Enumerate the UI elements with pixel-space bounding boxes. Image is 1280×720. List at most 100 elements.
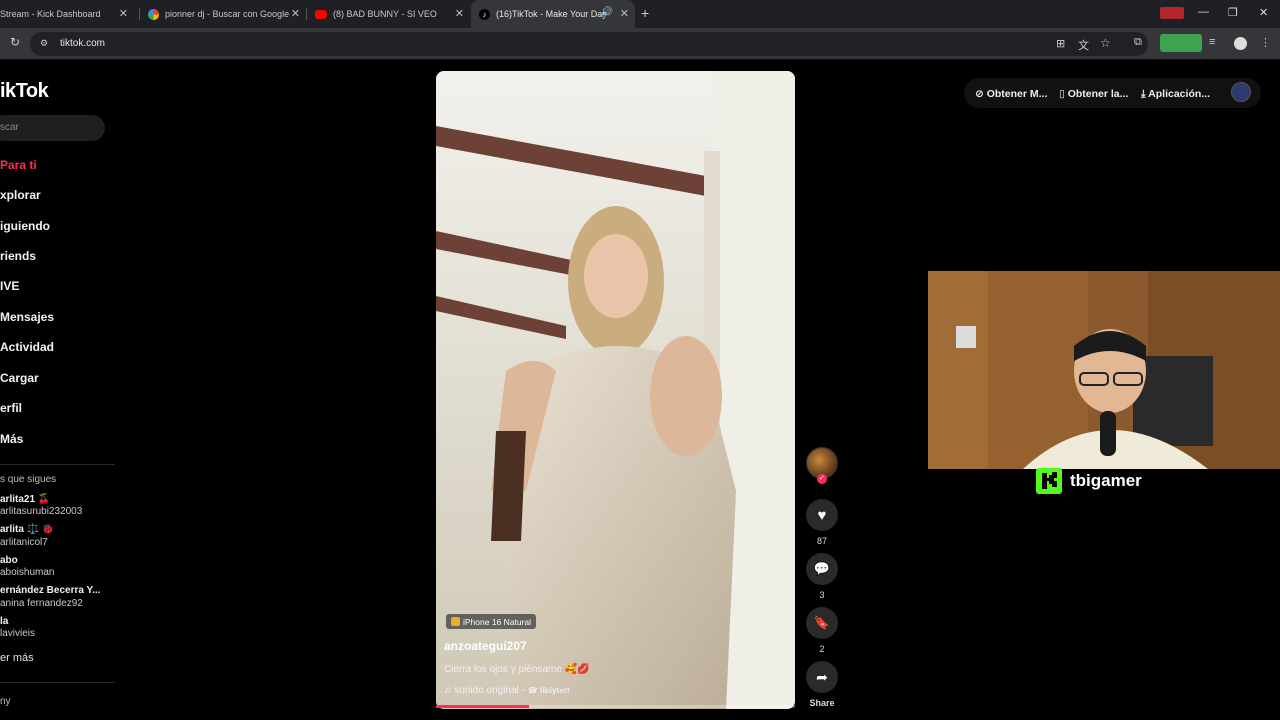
menu-kebab-icon[interactable]: ⋮	[1260, 36, 1271, 49]
sidebar-divider	[0, 682, 115, 683]
tab-youtube[interactable]: (8) BAD BUNNY - SI VEO A TU M ✕	[307, 0, 470, 28]
account-name: ernández Becerra Y...	[0, 585, 101, 596]
tab-google-search[interactable]: pionner dj - Buscar con Google ✕	[140, 0, 306, 28]
get-app-label: Obtener la...	[1067, 88, 1129, 100]
see-more-link[interactable]: er más	[0, 652, 34, 664]
site-info-icon[interactable]: ⚙	[40, 38, 48, 49]
nav-friends[interactable]: riends	[0, 249, 36, 263]
bookmark-icon: 🔖	[813, 615, 831, 630]
streamer-name: tbigamer	[1070, 471, 1142, 490]
profile-badge-icon[interactable]	[1160, 7, 1184, 19]
browser-toolbar: ↻ ⚙ tiktok.com ⊞ 文 ☆ ⧉ ≡ ⋮	[0, 28, 1280, 60]
account-name: la	[0, 616, 9, 627]
close-icon[interactable]: ✕	[455, 7, 464, 20]
like-button[interactable]: ♥	[806, 499, 838, 531]
heart-icon: ♥	[817, 506, 827, 524]
nav-explorar[interactable]: xplorar	[0, 188, 41, 202]
following-header: s que sigues	[0, 474, 57, 485]
like-count: 87	[816, 536, 827, 546]
account-name: arlita21 🍒	[0, 494, 51, 505]
tab-title: Stream - Kick Dashboard	[0, 9, 101, 19]
close-icon[interactable]: ✕	[119, 7, 128, 20]
sound-artist: ☎ 𝐭𝐢𝐛𝐢𝐲𝐭𝐞𝐫𝐭	[527, 686, 570, 695]
extension-badge-icon[interactable]	[1160, 34, 1202, 52]
tiktok-logo[interactable]: ikTok	[0, 80, 49, 103]
restore-icon[interactable]: ❐	[1228, 6, 1238, 19]
youtube-icon	[315, 9, 327, 19]
close-icon[interactable]: ✕	[291, 7, 300, 20]
new-tab-icon[interactable]: +	[641, 5, 649, 21]
comment-icon: 💬	[813, 561, 831, 576]
tab-title: (8) BAD BUNNY - SI VEO A TU M	[333, 9, 438, 19]
nav-mas[interactable]: Más	[0, 432, 23, 446]
nav-siguiendo[interactable]: iguiendo	[0, 219, 50, 233]
media-control-icon[interactable]: ≡	[1209, 36, 1215, 48]
tab-title: (16)TikTok - Make Your Day	[496, 9, 607, 19]
account-handle: lavivieis	[0, 628, 36, 639]
get-app-link[interactable]: ▯ Obtener la...	[1059, 88, 1128, 100]
sidebar: ikTok scar Para ti xplorar iguiendo rien…	[0, 60, 200, 720]
bookmark-star-icon[interactable]: ☆	[1100, 36, 1111, 50]
account-handle: anina fernandez92	[0, 598, 83, 609]
account-name: abo	[0, 555, 18, 566]
profile-icon[interactable]	[1234, 37, 1247, 50]
tab-tiktok[interactable]: ♪ (16)TikTok - Make Your Day 🔊 ✕	[471, 0, 635, 28]
comment-count: 3	[819, 590, 825, 600]
share-arrow-icon: ➦	[816, 668, 828, 685]
install-app-icon[interactable]: ⊞	[1056, 37, 1065, 50]
address-bar[interactable]: ⚙ tiktok.com ⊞ 文 ☆	[30, 32, 1148, 56]
nav-live[interactable]: IVE	[0, 279, 19, 293]
user-avatar[interactable]	[1231, 82, 1251, 102]
nav-para-ti[interactable]: Para ti	[0, 158, 37, 172]
webcam-illustration	[928, 271, 1280, 469]
minimize-icon[interactable]: —	[1198, 6, 1209, 18]
google-icon	[148, 8, 159, 20]
share-button[interactable]: ➦	[806, 661, 838, 693]
save-button[interactable]: 🔖	[806, 607, 838, 639]
comment-button[interactable]: 💬	[806, 553, 838, 585]
badge-label: iPhone 16 Natural	[463, 616, 532, 627]
music-note-icon: ♫	[444, 685, 455, 696]
kick-logo-icon	[1036, 468, 1062, 494]
follow-plus-icon[interactable]: ✓	[817, 474, 827, 484]
account-handle: aboishuman	[0, 567, 55, 578]
window-close-icon[interactable]: ✕	[1259, 6, 1268, 19]
speaker-icon[interactable]: 🔊	[601, 7, 613, 18]
video-progress-bar[interactable]	[436, 705, 795, 708]
tab-kick-dashboard[interactable]: Stream - Kick Dashboard ✕	[0, 0, 134, 28]
get-coins-link[interactable]: ⊘ Obtener M...	[975, 88, 1047, 100]
tiktok-icon: ♪	[479, 8, 490, 20]
sound-label: sonido original -	[454, 685, 525, 696]
account-handle: arlitasurubi232003	[0, 506, 83, 517]
camera-badge: iPhone 16 Natural	[446, 614, 537, 629]
sidebar-footer-text: ny	[0, 696, 11, 707]
video-author[interactable]: anzoategui207	[444, 639, 527, 653]
get-coins-label: Obtener M...	[986, 88, 1048, 100]
nav-cargar[interactable]: Cargar	[0, 371, 39, 385]
video-caption: Cierra los ojos y piénsame 🥰💋	[444, 664, 590, 675]
coin-icon: ⊘	[975, 88, 987, 100]
streamer-tag: tbigamer	[1036, 468, 1142, 494]
save-count: 2	[819, 644, 825, 654]
video-sound[interactable]: ♫ sonido original - ☎ 𝐭𝐢𝐛𝐢𝐲𝐭𝐞𝐫𝐭	[444, 685, 570, 696]
phone-icon: ▯	[1059, 88, 1068, 100]
nav-perfil[interactable]: erfil	[0, 401, 22, 415]
browser-tab-bar: Stream - Kick Dashboard ✕ pionner dj - B…	[0, 0, 1280, 28]
share-label: Share	[809, 698, 835, 708]
tab-title: pionner dj - Buscar con Google	[165, 9, 290, 19]
nav-mensajes[interactable]: Mensajes	[0, 310, 54, 324]
extensions-icon[interactable]: ⧉	[1134, 36, 1142, 49]
url-text: tiktok.com	[60, 38, 106, 49]
translate-icon[interactable]: 文	[1078, 37, 1089, 53]
reload-icon[interactable]: ↻	[10, 35, 20, 49]
video-progress-fill	[436, 705, 530, 708]
nav-actividad[interactable]: Actividad	[0, 340, 54, 354]
account-handle: arlitanicol7	[0, 537, 48, 548]
desktop-app-label: Aplicación...	[1148, 88, 1211, 100]
sidebar-divider	[0, 464, 115, 465]
search-input[interactable]: scar	[0, 115, 105, 141]
desktop-app-link[interactable]: ⤓ Aplicación...	[1141, 88, 1210, 101]
account-name: arlita ⚖️ 🐞	[0, 524, 55, 535]
streamer-webcam	[928, 271, 1280, 469]
close-icon[interactable]: ✕	[620, 7, 629, 20]
